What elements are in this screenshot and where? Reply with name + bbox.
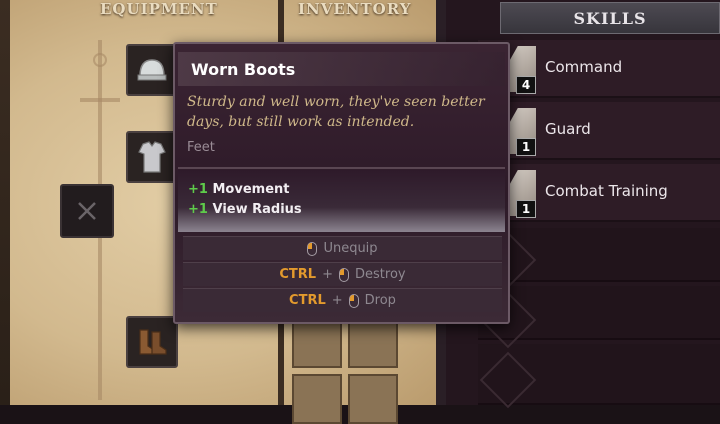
destroy-action[interactable]: CTRL + Destroy	[183, 262, 502, 286]
inventory-header: INVENTORY	[298, 0, 412, 18]
drop-action[interactable]: CTRL + Drop	[183, 288, 502, 312]
panel-border-left	[0, 0, 10, 405]
tooltip-title: Worn Boots	[191, 60, 296, 79]
skill-item-combat-training[interactable]: 1 Combat Training	[478, 164, 720, 222]
skill-level-badge: 1	[516, 200, 536, 218]
skill-label: Command	[545, 58, 623, 76]
plus-symbol: +	[331, 293, 343, 308]
skill-item-command[interactable]: 4 Command	[478, 40, 720, 98]
skill-level-badge: 4	[516, 76, 536, 94]
skill-label: Combat Training	[545, 182, 668, 200]
skill-item-guard[interactable]: 1 Guard	[478, 102, 720, 160]
weapon-slot[interactable]	[60, 184, 114, 238]
stat-view-radius: +1 View Radius	[188, 202, 302, 217]
mouse-left-click-icon	[307, 241, 318, 256]
action-label: Drop	[364, 293, 396, 308]
inventory-cell[interactable]	[292, 374, 342, 424]
tooltip-description: Sturdy and well worn, they've seen bette…	[187, 94, 485, 130]
ctrl-key-label: CTRL	[279, 267, 317, 282]
body-slot[interactable]	[126, 131, 178, 183]
action-label: Unequip	[323, 241, 378, 256]
tooltip-divider	[178, 167, 505, 169]
helmet-icon	[137, 59, 167, 81]
tab-skills[interactable]: SKILLS	[500, 2, 720, 34]
inventory-cell[interactable]	[348, 318, 398, 368]
stat-movement: +1 Movement	[188, 182, 289, 197]
stat-label: View Radius	[212, 202, 302, 217]
skill-label: Guard	[545, 120, 591, 138]
item-tooltip: Worn Boots Sturdy and well worn, they've…	[173, 42, 510, 324]
equipment-header: EQUIPMENT	[100, 0, 218, 18]
ctrl-key-label: CTRL	[289, 293, 326, 308]
tooltip-item-type: Feet	[187, 140, 215, 155]
unequip-action[interactable]: Unequip	[183, 236, 502, 260]
inventory-cell[interactable]	[292, 318, 342, 368]
head-slot[interactable]	[126, 44, 178, 96]
plus-symbol: +	[322, 267, 333, 282]
action-label: Destroy	[355, 267, 406, 282]
tooltip-stats: +1 Movement +1 View Radius	[178, 170, 505, 232]
skill-level-badge: 1	[516, 138, 536, 156]
stat-value: +1	[188, 202, 208, 217]
feet-slot[interactable]	[126, 316, 178, 368]
stat-value: +1	[188, 182, 208, 197]
inventory-cell[interactable]	[348, 374, 398, 424]
stat-label: Movement	[212, 182, 290, 197]
boots-icon	[139, 329, 167, 355]
crossed-swords-icon	[78, 202, 96, 220]
mouse-left-click-icon	[339, 267, 349, 282]
mouse-right-click-icon	[348, 293, 359, 308]
armor-icon	[138, 141, 166, 173]
